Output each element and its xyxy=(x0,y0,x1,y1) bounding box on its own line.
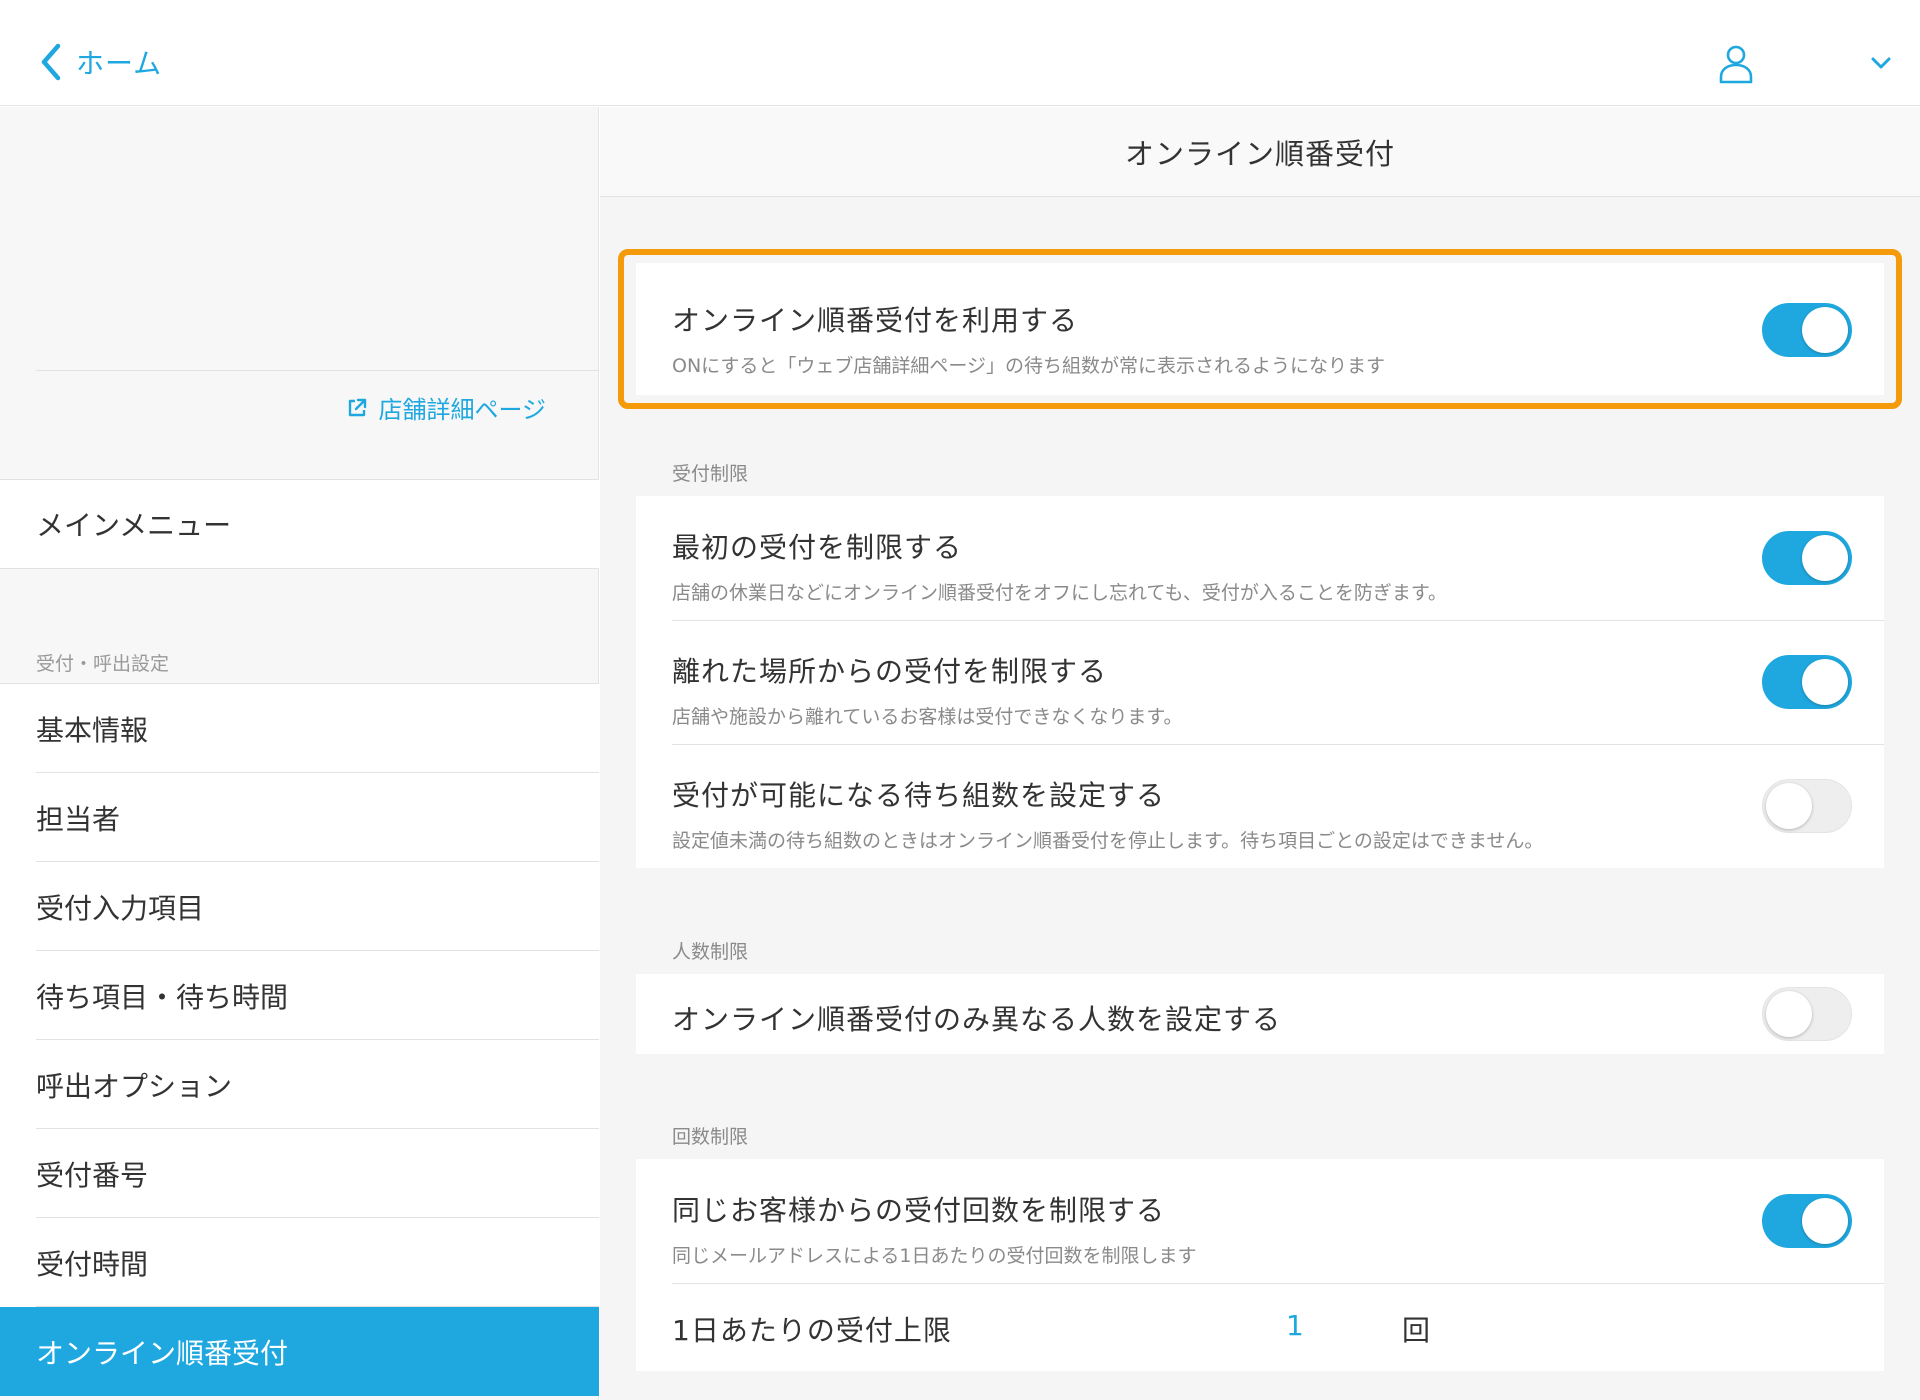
row-title: 同じお客様からの受付回数を制限する xyxy=(672,1194,1166,1227)
row-title: 受付が可能になる待ち組数を設定する xyxy=(672,779,1166,812)
row-title: オンライン順番受付のみ異なる人数を設定する xyxy=(672,1003,1282,1036)
settings-row-same-customer: 同じお客様からの受付回数を制限する 同じメールアドレスによる1日あたりの受付回数… xyxy=(636,1159,1884,1283)
sidebar-item-wait-items[interactable]: 待ち項目・待ち時間 xyxy=(0,951,599,1040)
row-desc: 店舗の休業日などにオンライン順番受付をオフにし忘れても、受付が入ることを防ぎます… xyxy=(672,582,1448,604)
sidebar: 店舗詳細ページ メインメニュー 受付・呼出設定 基本情報 担当者 受付入力項目 … xyxy=(0,107,599,1400)
settings-row-people: オンライン順番受付のみ異なる人数を設定する xyxy=(636,974,1884,1054)
shop-detail-link[interactable]: 店舗詳細ページ xyxy=(346,390,546,425)
people-limit-toggle[interactable] xyxy=(1762,987,1852,1041)
sidebar-item-label: 担当者 xyxy=(36,802,121,836)
section-label-people-limit: 人数制限 xyxy=(672,941,749,963)
sidebar-item-online-reception[interactable]: オンライン順番受付 xyxy=(0,1307,599,1396)
chevron-left-icon xyxy=(41,43,61,81)
same-customer-toggle[interactable] xyxy=(1762,1194,1852,1248)
user-icon[interactable] xyxy=(1718,44,1754,84)
sidebar-item-label: 受付入力項目 xyxy=(36,891,205,925)
sidebar-item-label: オンライン順番受付 xyxy=(36,1336,289,1370)
daily-limit-unit: 回 xyxy=(1402,1314,1431,1347)
top-bar: ホーム xyxy=(0,0,1920,106)
page-title: オンライン順番受付 xyxy=(1124,136,1395,171)
sidebar-item-main-menu[interactable]: メインメニュー xyxy=(0,479,599,569)
first-reception-toggle[interactable] xyxy=(1762,531,1852,585)
back-label: ホーム xyxy=(76,47,163,80)
daily-limit-row: 1日あたりの受付上限 1 回 xyxy=(636,1283,1884,1371)
sidebar-item-staff[interactable]: 担当者 xyxy=(0,773,599,862)
sidebar-list: 基本情報 担当者 受付入力項目 待ち項目・待ち時間 呼出オプション 受付番号 受… xyxy=(0,683,599,1396)
settings-row-first-reception: 最初の受付を制限する 店舗の休業日などにオンライン順番受付をオフにし忘れても、受… xyxy=(636,496,1884,620)
back-button[interactable]: ホーム xyxy=(38,40,162,84)
sidebar-item-reception-number[interactable]: 受付番号 xyxy=(0,1129,599,1218)
sidebar-item-label: 呼出オプション xyxy=(36,1069,233,1103)
highlight-frame xyxy=(618,249,1902,409)
sidebar-item-input-fields[interactable]: 受付入力項目 xyxy=(0,862,599,951)
settings-row-wait-groups: 受付が可能になる待ち組数を設定する 設定値未満の待ち組数のときはオンライン順番受… xyxy=(636,744,1884,868)
row-desc: 同じメールアドレスによる1日あたりの受付回数を制限します xyxy=(672,1245,1197,1267)
people-limit-card: オンライン順番受付のみ異なる人数を設定する xyxy=(636,974,1884,1054)
distance-limit-toggle[interactable] xyxy=(1762,655,1852,709)
sidebar-item-call-options[interactable]: 呼出オプション xyxy=(0,1040,599,1129)
toggle-knob xyxy=(1802,659,1848,705)
row-desc: 店舗や施設から離れているお客様は受付できなくなります。 xyxy=(672,706,1183,728)
toggle-knob xyxy=(1766,783,1812,829)
sidebar-item-basic-info[interactable]: 基本情報 xyxy=(0,684,599,773)
daily-limit-label: 1日あたりの受付上限 xyxy=(672,1314,952,1347)
main-menu-label: メインメニュー xyxy=(36,509,232,542)
sidebar-item-label: 待ち項目・待ち時間 xyxy=(36,980,289,1014)
count-limit-card: 同じお客様からの受付回数を制限する 同じメールアドレスによる1日あたりの受付回数… xyxy=(636,1159,1884,1371)
section-label-count-limit: 回数制限 xyxy=(672,1126,749,1148)
sidebar-section-label: 受付・呼出設定 xyxy=(36,653,170,675)
row-desc: 設定値未満の待ち組数のときはオンライン順番受付を停止します。待ち項目ごとの設定は… xyxy=(672,830,1544,852)
main-panel: オンライン順番受付 オンライン順番受付を利用する ONにすると「ウェブ店舗詳細ペ… xyxy=(600,107,1920,1400)
settings-row-distance: 離れた場所からの受付を制限する 店舗や施設から離れているお客様は受付できなくなり… xyxy=(636,620,1884,744)
toggle-knob xyxy=(1802,535,1848,581)
shop-detail-link-label: 店舗詳細ページ xyxy=(378,396,546,424)
toggle-knob xyxy=(1766,991,1812,1037)
sidebar-item-label: 受付時間 xyxy=(36,1247,149,1281)
sidebar-divider xyxy=(36,370,599,371)
sidebar-item-label: 受付番号 xyxy=(36,1158,149,1192)
row-title: 離れた場所からの受付を制限する xyxy=(672,655,1108,688)
sidebar-item-reception-time[interactable]: 受付時間 xyxy=(0,1218,599,1307)
chevron-down-icon[interactable] xyxy=(1866,48,1896,78)
section-label-reception-limit: 受付制限 xyxy=(672,463,749,485)
sidebar-item-label: 基本情報 xyxy=(36,713,149,747)
external-link-icon xyxy=(349,398,367,416)
page-header: オンライン順番受付 xyxy=(600,107,1920,197)
row-title: 最初の受付を制限する xyxy=(672,531,963,564)
wait-groups-toggle[interactable] xyxy=(1762,779,1852,833)
reception-limit-card: 最初の受付を制限する 店舗の休業日などにオンライン順番受付をオフにし忘れても、受… xyxy=(636,496,1884,868)
daily-limit-value[interactable]: 1 xyxy=(1286,1309,1304,1342)
toggle-knob xyxy=(1802,1198,1848,1244)
